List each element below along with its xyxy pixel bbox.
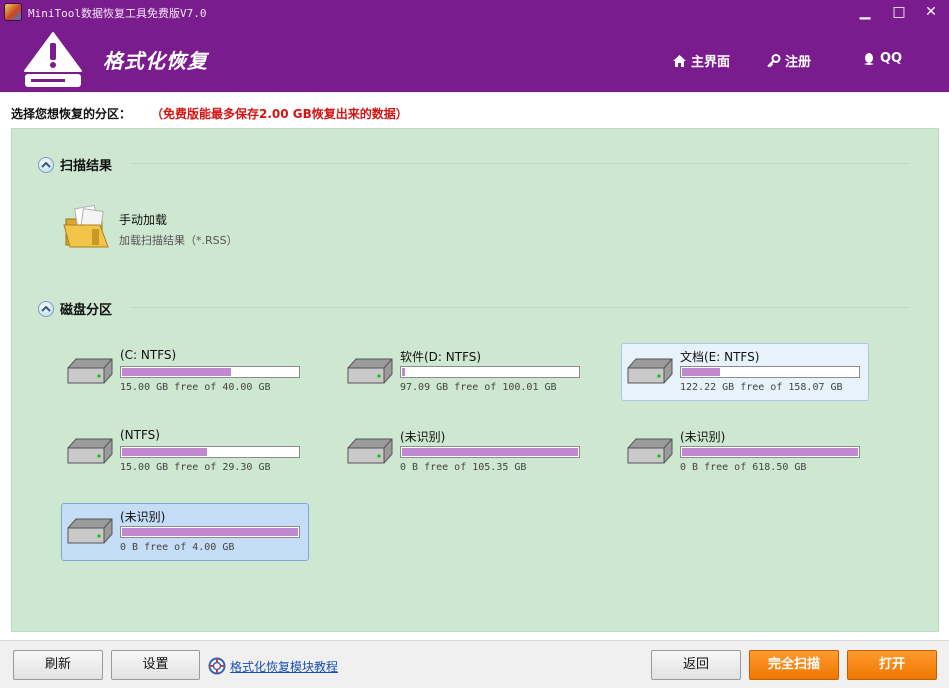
nav-home-label: 主界面 [691, 55, 731, 70]
partitions-title: 磁盘分区 [60, 303, 113, 318]
usage-fill [682, 368, 721, 376]
partition-prompt: 选择您想恢复的分区： [11, 107, 132, 121]
folder-icon [63, 205, 109, 248]
nav-home[interactable]: 主界面 [672, 51, 730, 70]
partition-free-space: 0 B free of 105.35 GB [400, 462, 527, 473]
usage-fill [122, 448, 207, 456]
window-title: MiniTool数据恢复工具免费版V7.0 [28, 7, 207, 20]
usage-bar [680, 366, 860, 378]
manual-load-subtitle: 加载扫描结果（*.RSS） [119, 234, 238, 247]
hard-disk-icon [347, 438, 393, 464]
partition-item[interactable]: 文档(E: NTFS) 122.22 GB free of 158.07 GB [621, 343, 869, 401]
tutorial-link[interactable]: 格式化恢复模块教程 [208, 657, 338, 675]
usage-fill [122, 528, 298, 536]
partitions-header: 磁盘分区 [38, 299, 112, 318]
partition-free-space: 0 B free of 618.50 GB [680, 462, 807, 473]
home-icon [673, 54, 686, 67]
partition-label: (未识别) [120, 510, 166, 524]
nav-register[interactable]: 注册 [766, 51, 811, 70]
back-button[interactable]: 返回 [651, 650, 741, 680]
manual-load-title: 手动加载 [119, 213, 168, 227]
app-icon [4, 3, 22, 21]
partition-label: 软件(D: NTFS) [400, 350, 482, 364]
hard-disk-icon [627, 358, 673, 384]
lifebuoy-icon [208, 657, 226, 675]
nav-register-label: 注册 [785, 55, 812, 70]
nav-qq-label: QQ [880, 51, 903, 66]
page-title: 格式化恢复 [103, 49, 208, 73]
full-scan-button[interactable]: 完全扫描 [749, 650, 839, 680]
hard-disk-icon [67, 438, 113, 464]
nav-qq[interactable]: QQ [862, 51, 902, 66]
qq-icon [864, 52, 874, 65]
usage-fill [682, 448, 858, 456]
maximize-button[interactable]: □ [888, 2, 910, 22]
minimize-button[interactable]: ▁ [854, 2, 876, 22]
partition-free-space: 0 B free of 4.00 GB [120, 542, 235, 553]
partition-label: (未识别) [680, 430, 726, 444]
usage-fill [402, 448, 578, 456]
divider [130, 307, 910, 308]
partition-label: 文档(E: NTFS) [680, 350, 760, 364]
usage-bar [120, 446, 300, 458]
refresh-button[interactable]: 刷新 [13, 650, 103, 680]
title-bar: MiniTool数据恢复工具免费版V7.0 ▁ □ ✕ [0, 0, 949, 24]
free-version-note: （免费版能最多保存2.00 GB恢复出来的数据） [151, 107, 408, 121]
tutorial-link-label: 格式化恢复模块教程 [230, 659, 339, 674]
settings-button[interactable]: 设置 [111, 650, 200, 680]
collapse-up-icon[interactable] [38, 300, 54, 317]
usage-bar [400, 446, 580, 458]
usage-bar [120, 526, 300, 538]
warning-drive-logo [24, 32, 82, 87]
usage-fill [402, 368, 406, 376]
partition-label: (NTFS) [120, 428, 160, 442]
hard-disk-icon [67, 358, 113, 384]
partition-item[interactable]: (C: NTFS) 15.00 GB free of 40.00 GB [61, 343, 309, 401]
partition-free-space: 122.22 GB free of 158.07 GB [680, 382, 843, 393]
partition-item[interactable]: (未识别) 0 B free of 4.00 GB [61, 503, 309, 561]
partition-item[interactable]: 软件(D: NTFS) 97.09 GB free of 100.01 GB [341, 343, 589, 401]
partition-label: (C: NTFS) [120, 348, 177, 362]
partition-item[interactable]: (未识别) 0 B free of 618.50 GB [621, 423, 869, 481]
open-button[interactable]: 打开 [847, 650, 937, 680]
close-button[interactable]: ✕ [920, 2, 942, 22]
hard-disk-icon [67, 518, 113, 544]
scan-results-header: 扫描结果 [38, 155, 112, 174]
key-icon [767, 53, 781, 67]
partition-item[interactable]: (未识别) 0 B free of 105.35 GB [341, 423, 589, 481]
partition-free-space: 15.00 GB free of 29.30 GB [120, 462, 271, 473]
hard-disk-icon [347, 358, 393, 384]
divider [130, 163, 910, 164]
usage-fill [122, 368, 232, 376]
usage-bar [680, 446, 860, 458]
partition-item[interactable]: (NTFS) 15.00 GB free of 29.30 GB [61, 423, 309, 481]
manual-load-item[interactable]: 手动加载 加载扫描结果（*.RSS） [62, 205, 262, 251]
main-panel: 扫描结果 手动加载 加载扫描结果（*.RSS） 磁盘分区 (C: NTFS) 1… [11, 128, 939, 632]
partition-free-space: 15.00 GB free of 40.00 GB [120, 382, 271, 393]
usage-bar [120, 366, 300, 378]
hard-disk-icon [627, 438, 673, 464]
scan-results-title: 扫描结果 [60, 159, 113, 174]
partition-free-space: 97.09 GB free of 100.01 GB [400, 382, 557, 393]
collapse-up-icon[interactable] [38, 156, 54, 173]
partition-label: (未识别) [400, 430, 446, 444]
usage-bar [400, 366, 580, 378]
